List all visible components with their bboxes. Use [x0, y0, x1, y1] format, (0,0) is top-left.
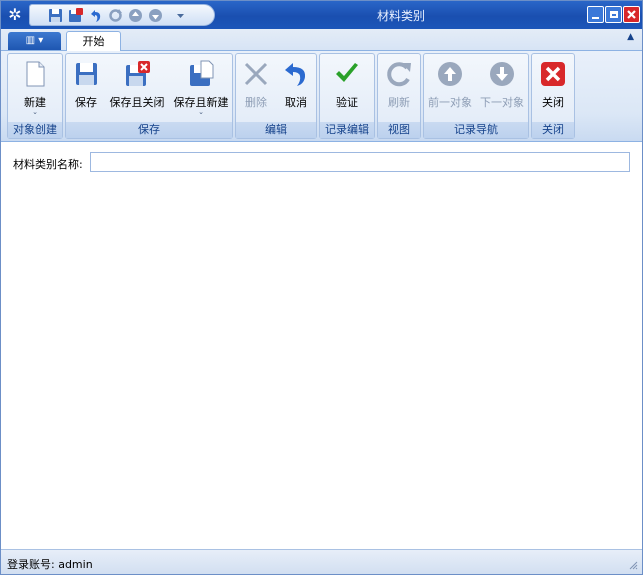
save-button[interactable]: 保存 [68, 58, 104, 120]
checkmark-icon [336, 63, 358, 82]
minimize-button[interactable] [587, 6, 604, 23]
previous-object-button[interactable]: 前一对象 [424, 58, 476, 120]
group-label-object-create: 对象创建 [8, 122, 62, 138]
validate-label: 验证 [336, 96, 358, 109]
group-object-create: 新建 ⌄ 对象创建 [7, 53, 63, 139]
delete-button[interactable]: 删除 [236, 58, 276, 120]
close-label: 关闭 [542, 96, 564, 109]
save-icon [76, 63, 97, 85]
next-object-button[interactable]: 下一对象 [476, 58, 528, 120]
tab-home[interactable]: 开始 [66, 31, 121, 52]
validate-button[interactable]: 验证 [320, 58, 374, 120]
close-icon [627, 10, 636, 19]
previous-object-label: 前一对象 [428, 96, 472, 109]
group-label-view: 视图 [378, 122, 420, 138]
login-account-text: 登录账号: admin [7, 558, 93, 571]
group-close: 关闭 关闭 [531, 53, 575, 139]
application-menu-button[interactable]: ▥ ▾ [8, 32, 61, 50]
chevron-down-icon: ⌄ [32, 108, 38, 116]
cancel-label: 取消 [285, 96, 307, 109]
cancel-button[interactable]: 取消 [276, 58, 316, 120]
ribbon-collapse-icon[interactable]: ▲ [627, 32, 634, 42]
save-label: 保存 [75, 96, 97, 109]
category-name-label: 材料类别名称: [13, 158, 83, 171]
qat-undo-icon[interactable] [88, 8, 103, 23]
group-edit: 删除 取消 编辑 [235, 53, 317, 139]
ribbon: 新建 ⌄ 对象创建 保存 保存且关闭 保存且新建 ⌄ 保存 删除 取消 编辑 验… [1, 51, 642, 142]
group-view: 刷新 视图 [377, 53, 421, 139]
group-label-edit: 编辑 [236, 122, 316, 138]
qat-save-icon[interactable] [48, 8, 63, 23]
chevron-down-icon: ⌄ [198, 108, 204, 116]
quick-access-toolbar [29, 4, 215, 26]
save-and-new-button[interactable]: 保存且新建 ⌄ [170, 58, 232, 120]
undo-icon [285, 63, 306, 86]
new-document-icon [26, 61, 45, 87]
form-area: 材料类别名称: [1, 142, 642, 549]
app-window: ✲ 材料类别 ▥ ▾ 开始 ▲ 新建 ⌄ 对象创建 保存 保存且关闭 保存且新建… [0, 0, 643, 575]
group-save: 保存 保存且关闭 保存且新建 ⌄ 保存 [65, 53, 233, 139]
close-icon [541, 62, 565, 86]
new-button[interactable]: 新建 ⌄ [8, 58, 62, 120]
qat-save-close-icon[interactable] [68, 8, 83, 23]
qat-customize-icon[interactable] [173, 8, 188, 23]
refresh-icon [387, 62, 411, 87]
arrow-up-icon [438, 62, 462, 86]
app-logo-icon[interactable]: ✲ [3, 3, 27, 27]
status-bar: 登录账号: admin [1, 549, 642, 574]
qat-down-icon[interactable] [148, 8, 163, 23]
window-close-button[interactable] [623, 6, 640, 23]
category-name-input[interactable] [90, 152, 630, 172]
refresh-button[interactable]: 刷新 [378, 58, 420, 120]
delete-label: 删除 [245, 96, 267, 109]
group-label-save: 保存 [66, 122, 232, 138]
app-menu-icon: ▥ ▾ [25, 35, 44, 46]
resize-grip-icon[interactable] [628, 560, 638, 570]
group-record-edit: 验证 记录编辑 [319, 53, 375, 139]
arrow-down-icon [490, 62, 514, 86]
delete-icon [244, 62, 268, 86]
refresh-label: 刷新 [388, 96, 410, 109]
next-object-label: 下一对象 [480, 96, 524, 109]
save-and-close-label: 保存且关闭 [109, 96, 165, 109]
group-label-close: 关闭 [532, 122, 574, 138]
qat-refresh-icon[interactable] [108, 8, 123, 23]
group-record-navigation: 前一对象 下一对象 记录导航 [423, 53, 529, 139]
maximize-icon [610, 11, 618, 18]
group-label-record-edit: 记录编辑 [320, 122, 374, 138]
save-close-icon [126, 61, 150, 86]
maximize-button[interactable] [605, 6, 622, 23]
title-bar: ✲ 材料类别 [1, 1, 642, 29]
save-new-icon [190, 60, 214, 86]
qat-up-icon[interactable] [128, 8, 143, 23]
group-label-record-navigation: 记录导航 [424, 122, 528, 138]
save-and-close-button[interactable]: 保存且关闭 [106, 58, 168, 120]
ribbon-tab-row: ▥ ▾ 开始 ▲ [1, 29, 642, 52]
window-title: 材料类别 [376, 9, 425, 23]
close-button[interactable]: 关闭 [532, 58, 574, 120]
minimize-icon [592, 17, 599, 19]
